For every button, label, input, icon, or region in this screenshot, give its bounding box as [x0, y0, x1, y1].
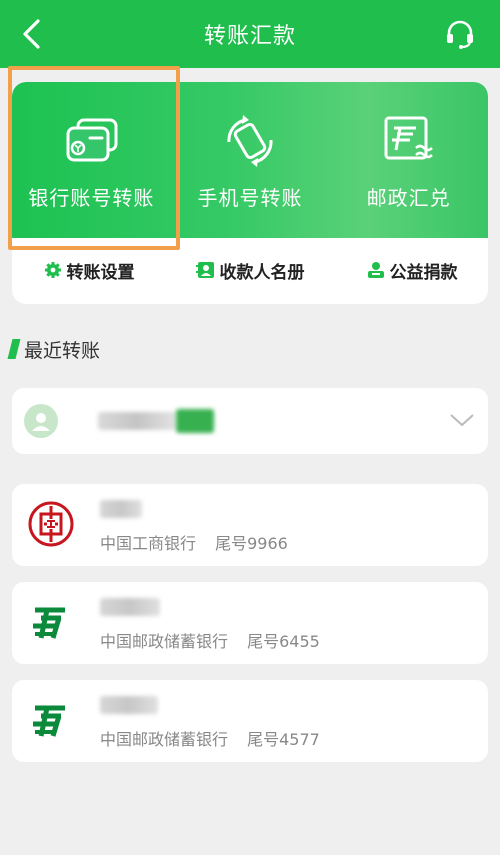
payee-bank-name: 中国邮政储蓄银行	[100, 730, 229, 749]
payee-account-info: 中国邮政储蓄银行 尾号4577	[100, 726, 320, 750]
section-marker	[7, 339, 21, 359]
payee-item[interactable]: 中国邮政储蓄银行 尾号4577	[12, 680, 488, 762]
chevron-left-icon	[23, 19, 40, 49]
headset-icon	[447, 20, 473, 49]
payee-list-button[interactable]: 收款人名册	[195, 258, 305, 283]
user-icon	[32, 413, 50, 431]
page-title: 转账汇款	[203, 24, 296, 49]
masked-contact-tag	[176, 409, 214, 433]
phone-transfer-button[interactable]: 手机号转账	[171, 82, 330, 238]
masked-payee-name	[100, 598, 160, 616]
phone-rotate-icon	[227, 115, 273, 167]
avatar	[24, 404, 58, 438]
quick-actions: 转账设置 收款人名册 公益捐款	[12, 252, 488, 288]
bank-account-transfer-button[interactable]: 银行账号转账	[12, 82, 171, 238]
phone-transfer-label: 手机号转账	[197, 186, 303, 210]
payee-account-tail: 尾号4577	[247, 730, 320, 749]
payee-account-info: 中国邮政储蓄银行 尾号6455	[100, 628, 320, 652]
charity-donation-button[interactable]: 公益捐款	[366, 258, 458, 283]
payee-item[interactable]: 中国邮政储蓄银行 尾号6455	[12, 582, 488, 664]
postal-remittance-label: 邮政汇兑	[366, 186, 451, 210]
customer-service-button[interactable]	[442, 16, 478, 52]
bank-account-transfer-label: 银行账号转账	[28, 186, 155, 210]
back-button[interactable]	[14, 16, 48, 52]
postal-remit-icon	[384, 116, 433, 160]
app-header: 转账汇款	[0, 0, 500, 68]
transfer-menu-card: 银行账号转账 手机号转账 邮政汇兑 转账设置 收款人名册 公益捐款	[12, 82, 488, 304]
contacts-book-icon	[195, 260, 216, 280]
recent-contact-row[interactable]	[12, 388, 488, 454]
bank-card-icon	[66, 118, 118, 162]
masked-payee-name	[100, 500, 142, 518]
postal-remittance-button[interactable]: 邮政汇兑	[329, 82, 488, 238]
gear-icon	[43, 260, 63, 280]
icbc-logo-icon	[28, 500, 74, 548]
payee-account-tail: 尾号9966	[215, 534, 288, 553]
transfer-settings-button[interactable]: 转账设置	[43, 258, 135, 283]
payee-bank-name: 中国工商银行	[100, 534, 197, 553]
chevron-down-icon[interactable]	[448, 408, 476, 432]
payee-account-tail: 尾号6455	[247, 632, 320, 651]
charity-donation-label: 公益捐款	[389, 262, 458, 283]
masked-payee-name	[100, 696, 158, 714]
payee-item[interactable]: 中国工商银行 尾号9966	[12, 484, 488, 566]
donation-icon	[366, 260, 386, 280]
payee-list-label: 收款人名册	[219, 262, 305, 283]
payee-account-info: 中国工商银行 尾号9966	[100, 530, 288, 554]
masked-contact-name	[98, 412, 176, 430]
psbc-logo-icon	[28, 696, 74, 744]
recent-transfers-heading: 最近转账	[7, 336, 101, 362]
recent-transfers-title: 最近转账	[24, 339, 101, 362]
transfer-type-banner: 银行账号转账 手机号转账 邮政汇兑	[12, 82, 488, 238]
psbc-logo-icon	[28, 598, 74, 646]
payee-bank-name: 中国邮政储蓄银行	[100, 632, 229, 651]
transfer-settings-label: 转账设置	[66, 262, 135, 283]
